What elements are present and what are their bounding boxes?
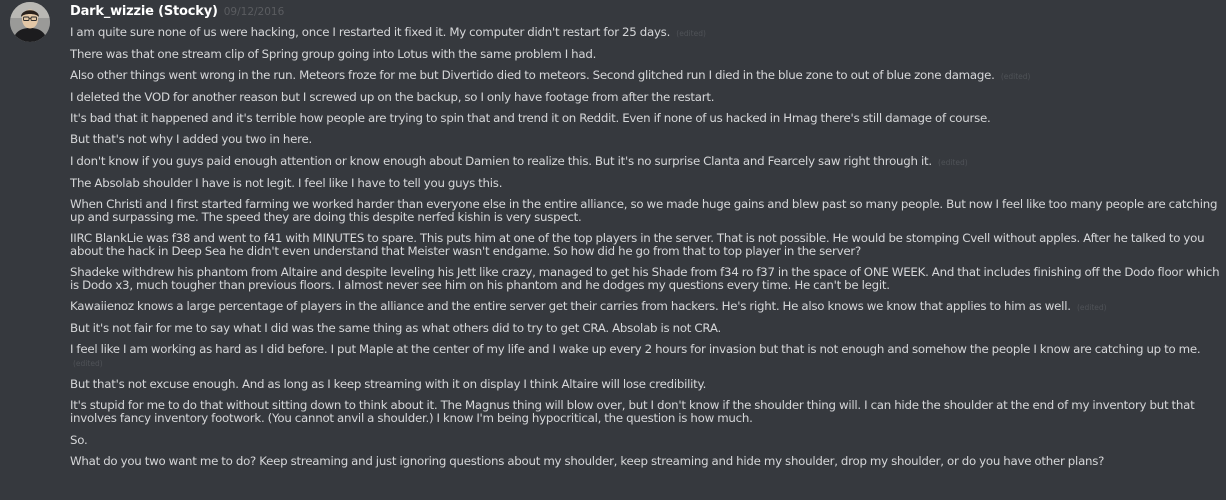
message-content: What do you two want me to do? Keep stre… bbox=[70, 453, 1105, 468]
message-content: It's stupid for me to do that without si… bbox=[70, 398, 1195, 426]
message-text: I feel like I am working as hard as I di… bbox=[70, 343, 1220, 370]
message-text: I deleted the VOD for another reason but… bbox=[70, 91, 1220, 104]
edited-label: (edited) bbox=[1000, 72, 1031, 82]
edited-label: (edited) bbox=[1076, 303, 1107, 313]
message-content: It's bad that it happened and it's terri… bbox=[70, 111, 991, 126]
message-content: Kawaiienoz knows a large percentage of p… bbox=[70, 299, 1071, 314]
edited-label: (edited) bbox=[676, 29, 706, 38]
avatar-image bbox=[10, 2, 50, 42]
message-text: There was that one stream clip of Spring… bbox=[70, 48, 1220, 61]
message-content: Also other things went wrong in the run.… bbox=[70, 68, 995, 83]
message-text: IIRC BlankLie was f38 and went to f41 wi… bbox=[70, 230, 1220, 258]
edited-label: (edited) bbox=[73, 359, 103, 369]
message-list: I am quite sure none of us were hacking,… bbox=[70, 26, 1220, 476]
timestamp: 09/12/2016 bbox=[223, 6, 285, 18]
message-content: When Christi and I first started farming… bbox=[70, 196, 1218, 224]
message-content: But it's not fair for me to say what I d… bbox=[70, 321, 721, 336]
message-text: It's stupid for me to do that without si… bbox=[70, 399, 1220, 425]
message-header: Dark_wizzie (Stocky) 09/12/2016 bbox=[70, 4, 284, 22]
message-text: But it's not fair for me to say what I d… bbox=[70, 322, 1220, 335]
username[interactable]: Dark_wizzie (Stocky) bbox=[70, 4, 218, 19]
message-content: I am quite sure none of us were hacking,… bbox=[70, 25, 671, 39]
message-content: But that's not why I added you two in he… bbox=[70, 132, 312, 147]
message-text: I am quite sure none of us were hacking,… bbox=[70, 26, 1220, 40]
message-content: I don't know if you guys paid enough att… bbox=[70, 153, 932, 168]
message-text: Also other things went wrong in the run.… bbox=[70, 69, 1220, 83]
message-text: When Christi and I first started farming… bbox=[70, 196, 1220, 224]
message-text: Shadeke withdrew his phantom from Altair… bbox=[70, 264, 1220, 292]
message-content: Shadeke withdrew his phantom from Altair… bbox=[70, 264, 1220, 292]
message-content: I feel like I am working as hard as I di… bbox=[70, 342, 1201, 357]
avatar[interactable] bbox=[10, 2, 50, 42]
message-content: So. bbox=[70, 432, 88, 447]
message-text: It's bad that it happened and it's terri… bbox=[70, 112, 1220, 125]
message-content: The Absolab shoulder I have is not legit… bbox=[70, 175, 503, 190]
message-content: IIRC BlankLie was f38 and went to f41 wi… bbox=[70, 230, 1205, 258]
edited-label: (edited) bbox=[938, 157, 968, 167]
message-group: Dark_wizzie (Stocky) 09/12/2016 I am qui… bbox=[0, 0, 1226, 500]
message-text: But that's not excuse enough. And as lon… bbox=[70, 378, 1220, 391]
message-text: Kawaiienoz knows a large percentage of p… bbox=[70, 300, 1220, 314]
message-text: What do you two want me to do? Keep stre… bbox=[70, 453, 1220, 468]
message-text: But that's not why I added you two in he… bbox=[70, 133, 1220, 146]
message-content: There was that one stream clip of Spring… bbox=[70, 47, 597, 62]
message-content: I deleted the VOD for another reason but… bbox=[70, 90, 715, 105]
message-text: So. bbox=[70, 432, 1220, 447]
message-text: I don't know if you guys paid enough att… bbox=[70, 153, 1220, 169]
message-content: But that's not excuse enough. And as lon… bbox=[70, 377, 707, 392]
message-text: The Absolab shoulder I have is not legit… bbox=[70, 175, 1220, 190]
